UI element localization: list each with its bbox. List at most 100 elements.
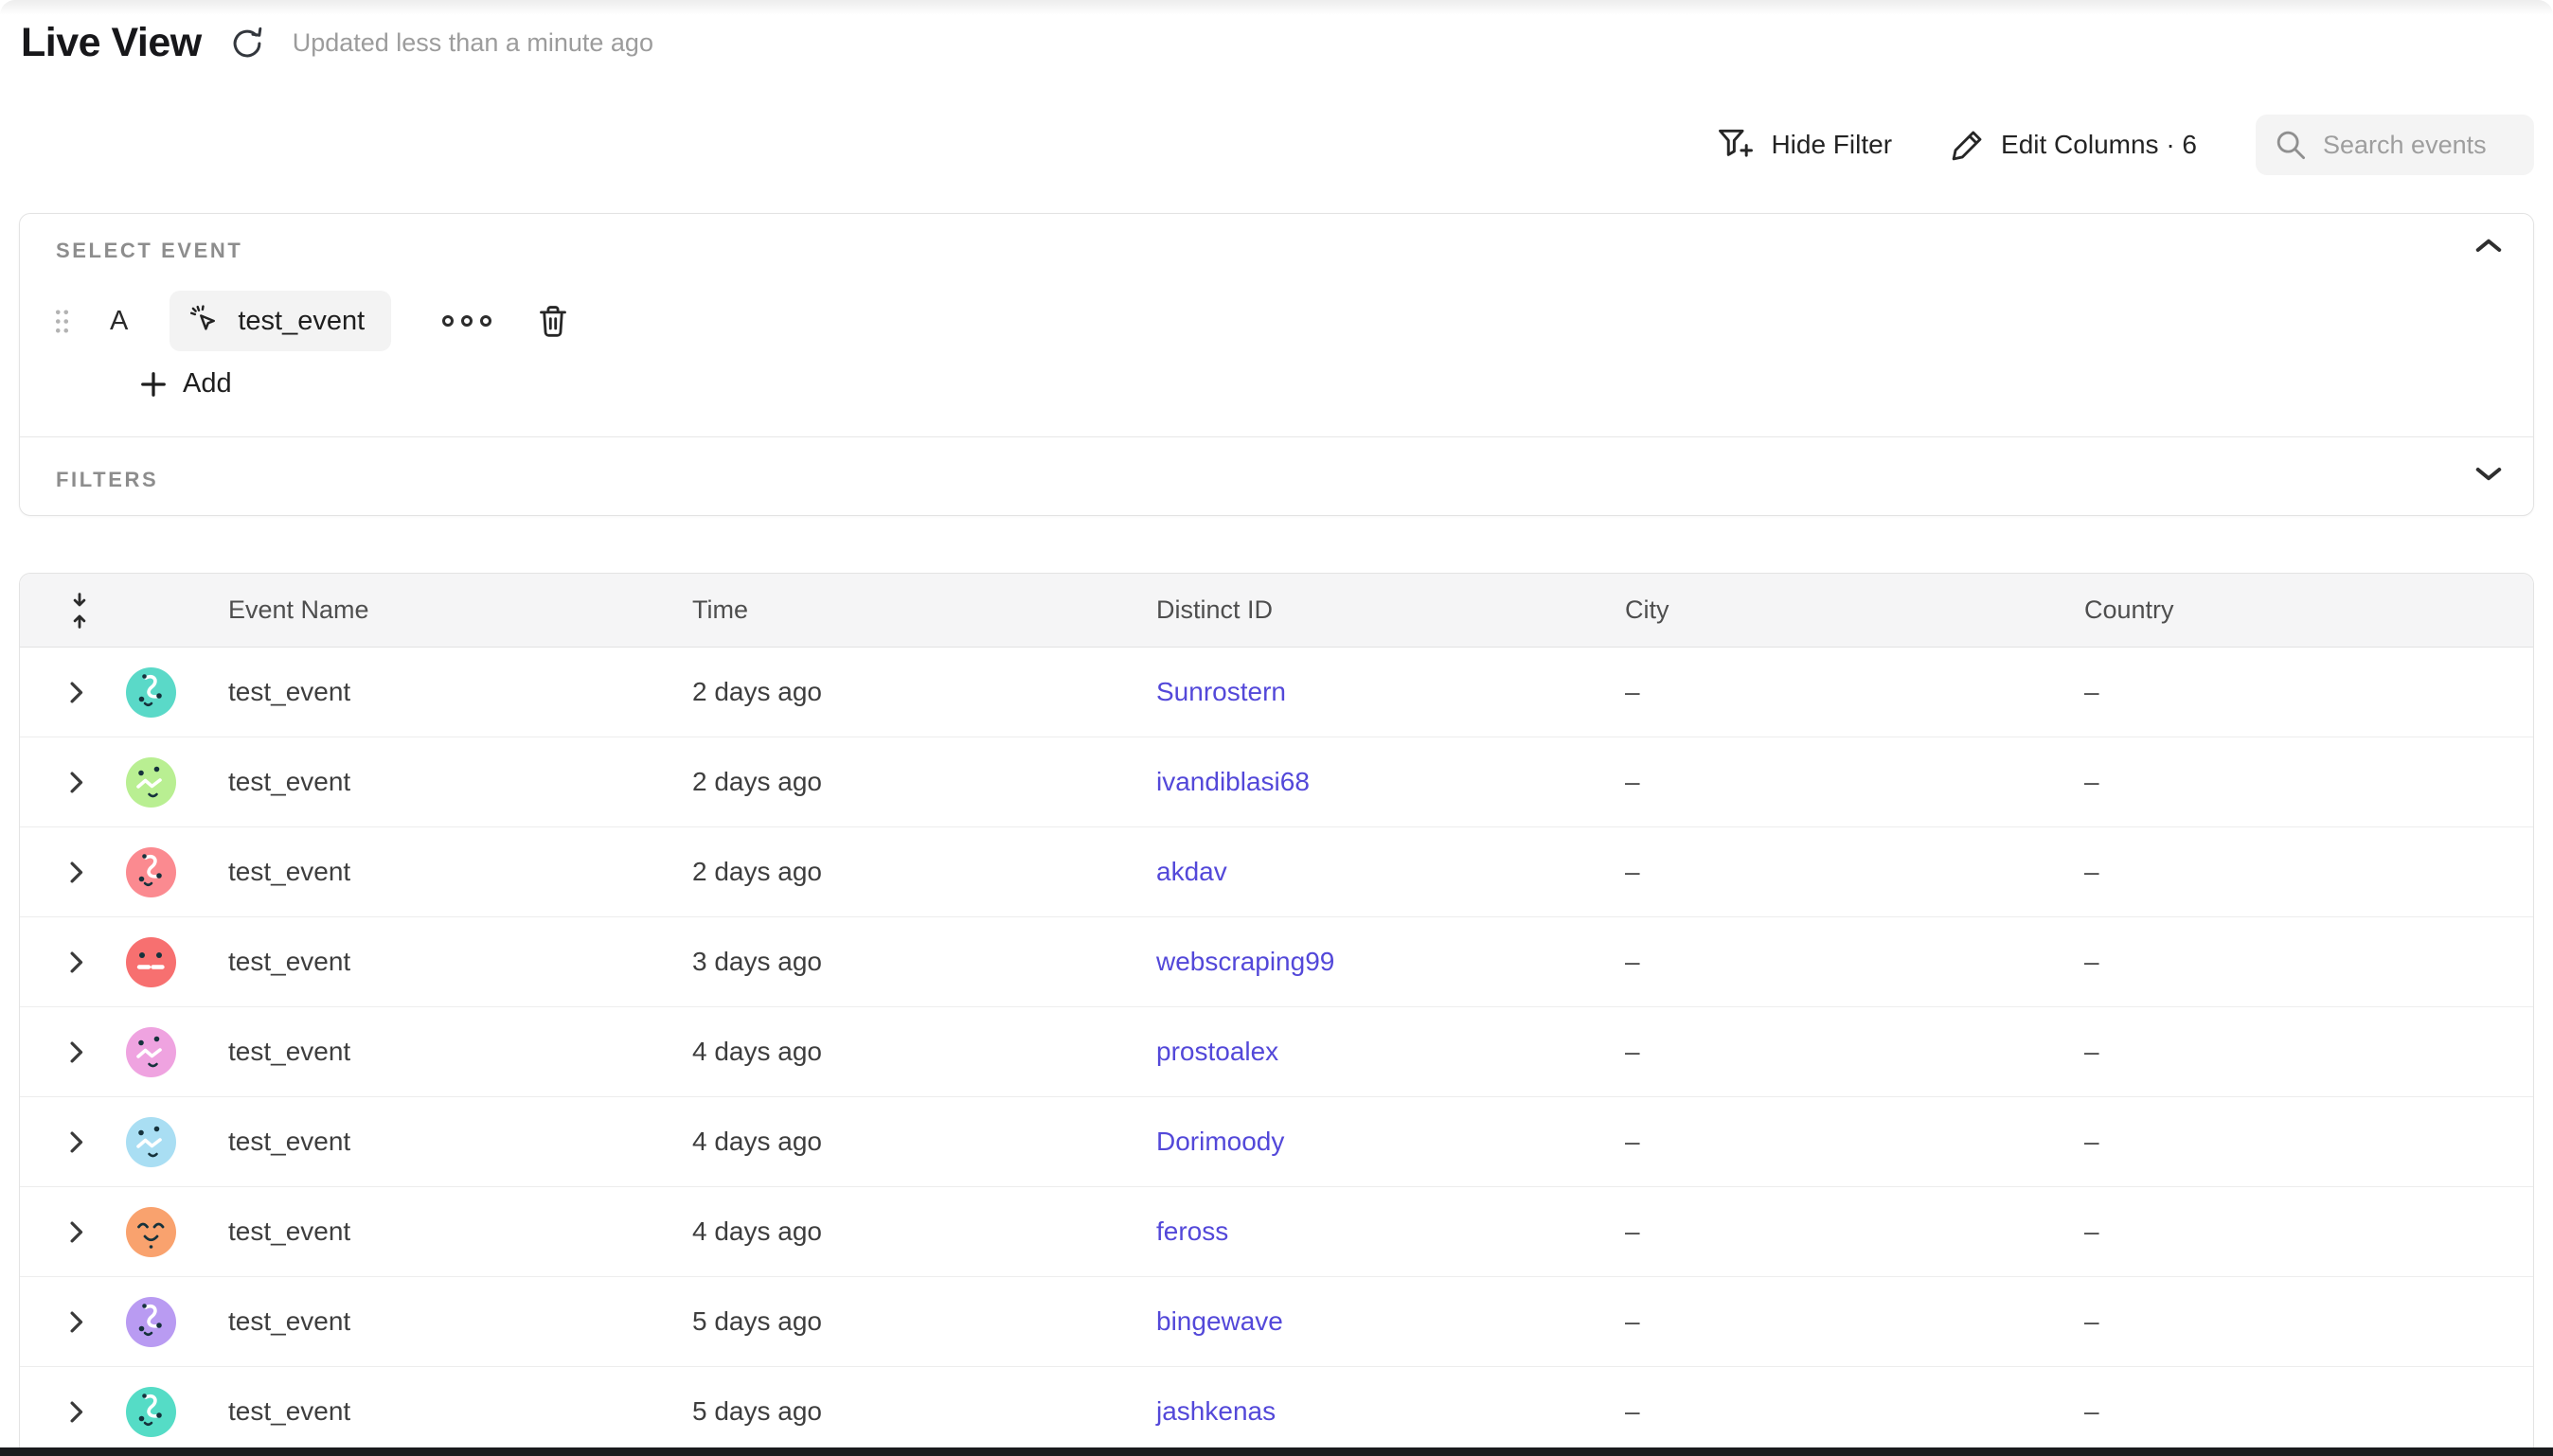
table-row[interactable]: test_event 2 days ago ivandiblasi68 – – [20,737,2533,827]
query-builder-card: SELECT EVENT A test_event [19,213,2534,516]
avatar [126,1387,176,1437]
chevron-up-icon [2474,237,2503,254]
city-cell: – [1625,1396,2084,1427]
search-icon [2275,129,2307,161]
refresh-button[interactable] [228,25,266,62]
page-title: Live View [21,23,202,63]
expand-row-button[interactable] [69,1220,83,1244]
country-cell: – [2084,1396,2533,1427]
time-cell: 4 days ago [692,1127,1156,1157]
country-cell: – [2084,947,2533,977]
search-box[interactable] [2256,115,2534,175]
column-header-event-name[interactable]: Event Name [228,595,692,625]
collapse-all-rows-button[interactable] [67,591,92,630]
distinct-id-link[interactable]: Sunrostern [1156,677,1286,706]
expand-row-button[interactable] [69,1040,83,1064]
collapse-rows-icon [67,591,92,630]
event-options-button[interactable] [437,310,497,332]
expand-row-button[interactable] [69,681,83,704]
distinct-id-link[interactable]: jashkenas [1156,1396,1276,1426]
country-cell: – [2084,1216,2533,1247]
column-header-time[interactable]: Time [692,595,1156,625]
city-cell: – [1625,677,2084,707]
expand-row-button[interactable] [69,950,83,974]
expand-row-button[interactable] [69,861,83,884]
event-name-cell: test_event [228,1396,692,1427]
distinct-id-link[interactable]: bingewave [1156,1306,1283,1336]
country-cell: – [2084,677,2533,707]
search-input[interactable] [2321,130,2515,161]
expand-filters-button[interactable] [2474,466,2503,483]
event-name-cell: test_event [228,1306,692,1337]
bottom-edge-strip [0,1447,2553,1456]
city-cell: – [1625,947,2084,977]
hide-filter-label: Hide Filter [1771,130,1892,160]
ellipsis-icon [442,315,454,327]
column-header-country[interactable]: Country [2084,595,2533,625]
chevron-right-icon [69,771,83,794]
table-row[interactable]: test_event 4 days ago prostoalex – – [20,1007,2533,1097]
event-name-cell: test_event [228,1216,692,1247]
hide-filter-button[interactable]: Hide Filter [1717,127,1892,163]
avatar [126,1117,176,1167]
column-header-distinct-id[interactable]: Distinct ID [1156,595,1625,625]
avatar-face [126,757,176,808]
time-cell: 2 days ago [692,767,1156,797]
event-selector-chip[interactable]: test_event [170,291,391,351]
time-cell: 2 days ago [692,677,1156,707]
avatar [126,1207,176,1257]
table-row[interactable]: test_event 5 days ago jashkenas – – [20,1367,2533,1456]
avatar [126,847,176,897]
delete-event-button[interactable] [537,304,569,339]
expand-row-button[interactable] [69,1400,83,1424]
table-row[interactable]: test_event 4 days ago feross – – [20,1187,2533,1277]
distinct-id-link[interactable]: webscraping99 [1156,947,1334,976]
chevron-right-icon [69,1220,83,1244]
page-header: Live View Updated less than a minute ago [21,23,653,63]
distinct-id-link[interactable]: akdav [1156,857,1227,886]
avatar-face [126,1117,176,1167]
avatar-face [126,1027,176,1077]
chevron-right-icon [69,1040,83,1064]
table-row[interactable]: test_event 2 days ago akdav – – [20,827,2533,917]
collapse-select-event-button[interactable] [2474,237,2503,254]
chevron-down-icon [2474,466,2503,483]
avatar-face [126,1387,176,1437]
avatar-face [126,1207,176,1257]
chevron-right-icon [69,1130,83,1154]
avatar-face [126,937,176,987]
updated-status-text: Updated less than a minute ago [293,28,653,58]
event-name-cell: test_event [228,857,692,887]
expand-row-button[interactable] [69,1310,83,1334]
table-row[interactable]: test_event 4 days ago Dorimoody – – [20,1097,2533,1187]
expand-row-button[interactable] [69,1130,83,1154]
column-header-city[interactable]: City [1625,595,2084,625]
drag-handle[interactable] [54,309,70,334]
distinct-id-link[interactable]: prostoalex [1156,1037,1278,1066]
add-event-button[interactable]: Add [139,368,232,400]
time-cell: 4 days ago [692,1037,1156,1067]
event-name-cell: test_event [228,677,692,707]
event-name-cell: test_event [228,1127,692,1157]
city-cell: – [1625,857,2084,887]
avatar [126,937,176,987]
window-top-gradient [0,0,2553,15]
chevron-right-icon [69,1310,83,1334]
refresh-icon [228,25,266,62]
edit-columns-button[interactable]: Edit Columns · 6 [1951,128,2197,162]
expand-row-button[interactable] [69,771,83,794]
city-cell: – [1625,1127,2084,1157]
table-row[interactable]: test_event 2 days ago Sunrostern – – [20,648,2533,737]
distinct-id-link[interactable]: ivandiblasi68 [1156,767,1310,796]
event-name-cell: test_event [228,947,692,977]
country-cell: – [2084,1037,2533,1067]
table-row[interactable]: test_event 5 days ago bingewave – – [20,1277,2533,1367]
filters-label: FILTERS [56,468,158,492]
distinct-id-link[interactable]: Dorimoody [1156,1127,1284,1156]
table-body: test_event 2 days ago Sunrostern – – tes… [20,648,2533,1456]
time-cell: 5 days ago [692,1306,1156,1337]
distinct-id-link[interactable]: feross [1156,1216,1228,1246]
filter-plus-icon [1717,127,1755,163]
city-cell: – [1625,1037,2084,1067]
table-row[interactable]: test_event 3 days ago webscraping99 – – [20,917,2533,1007]
